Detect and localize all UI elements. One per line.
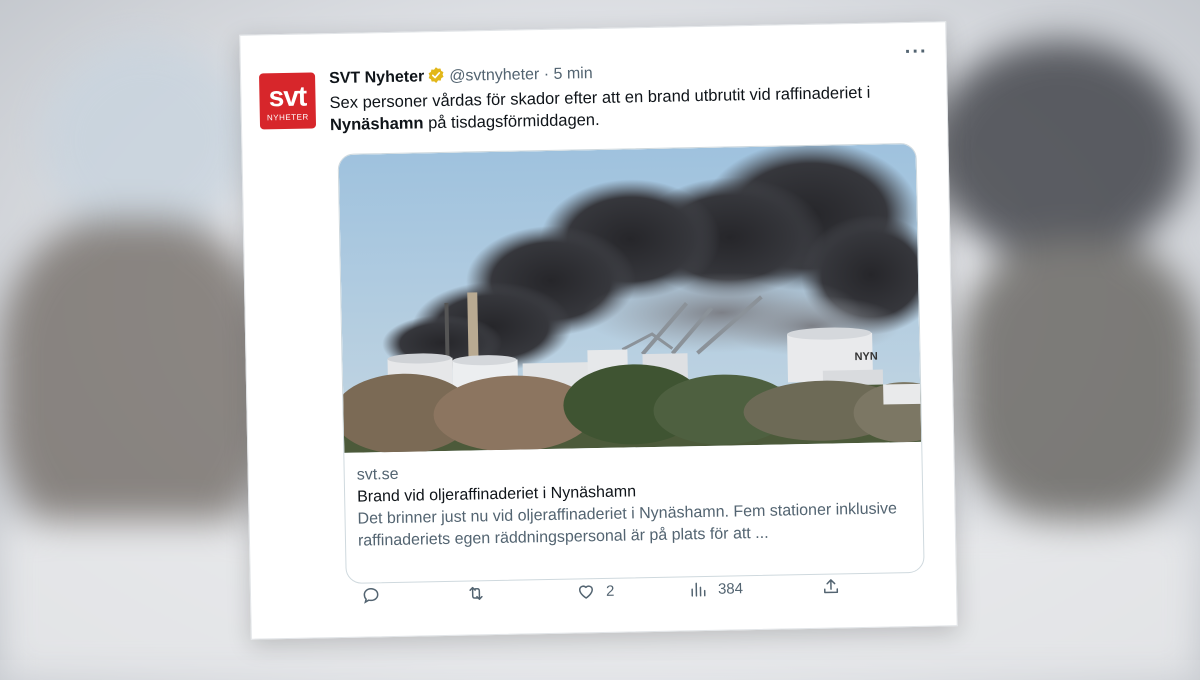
tweet-text: Sex personer vårdas för skador efter att… [329, 81, 930, 137]
retweet-button[interactable] [466, 583, 496, 604]
avatar[interactable]: svt NYHETER [259, 72, 317, 130]
tweet-text-bold-location: Nynäshamn [329, 114, 424, 135]
tweet-card[interactable]: svt NYHETER SVT Nyheter @svtnyheter · 5 m… [239, 21, 958, 640]
tweet-text-part1: Sex personer vårdas för skador efter att… [329, 83, 871, 113]
link-preview-image[interactable]: NYN [338, 143, 922, 453]
author-handle[interactable]: @svtnyheter [449, 66, 539, 85]
more-options-icon[interactable]: ··· [905, 41, 928, 64]
heart-icon [578, 585, 593, 599]
share-icon [824, 579, 839, 594]
views-count: 384 [717, 579, 744, 598]
like-count: 2 [605, 582, 615, 600]
link-preview-card[interactable]: NYN svt.se Brand vid oljeraffinaderiet i… [337, 142, 925, 584]
tweet-text-part2: på tisdagsförmiddagen. [423, 110, 600, 133]
reply-button[interactable] [361, 585, 391, 606]
reply-icon [363, 587, 379, 604]
retweet-icon [469, 586, 483, 600]
tweet-timestamp[interactable]: 5 min [553, 65, 592, 83]
link-description: Det brinner just nu vid oljeraffinaderie… [357, 500, 898, 550]
views-button[interactable]: 384 [688, 578, 743, 599]
author-name[interactable]: SVT Nyheter [329, 68, 424, 87]
like-button[interactable]: 2 [576, 581, 615, 602]
avatar-logo-subtext: NYHETER [266, 112, 309, 123]
verified-badge-icon [428, 67, 444, 83]
views-icon [691, 582, 706, 597]
share-button[interactable] [821, 576, 841, 596]
link-preview-meta: svt.se Brand vid oljeraffinaderiet i Nyn… [357, 454, 914, 553]
avatar-logo-text: svt [268, 80, 307, 113]
separator-dot: · [543, 65, 550, 84]
tank-label: NYN [854, 351, 878, 363]
